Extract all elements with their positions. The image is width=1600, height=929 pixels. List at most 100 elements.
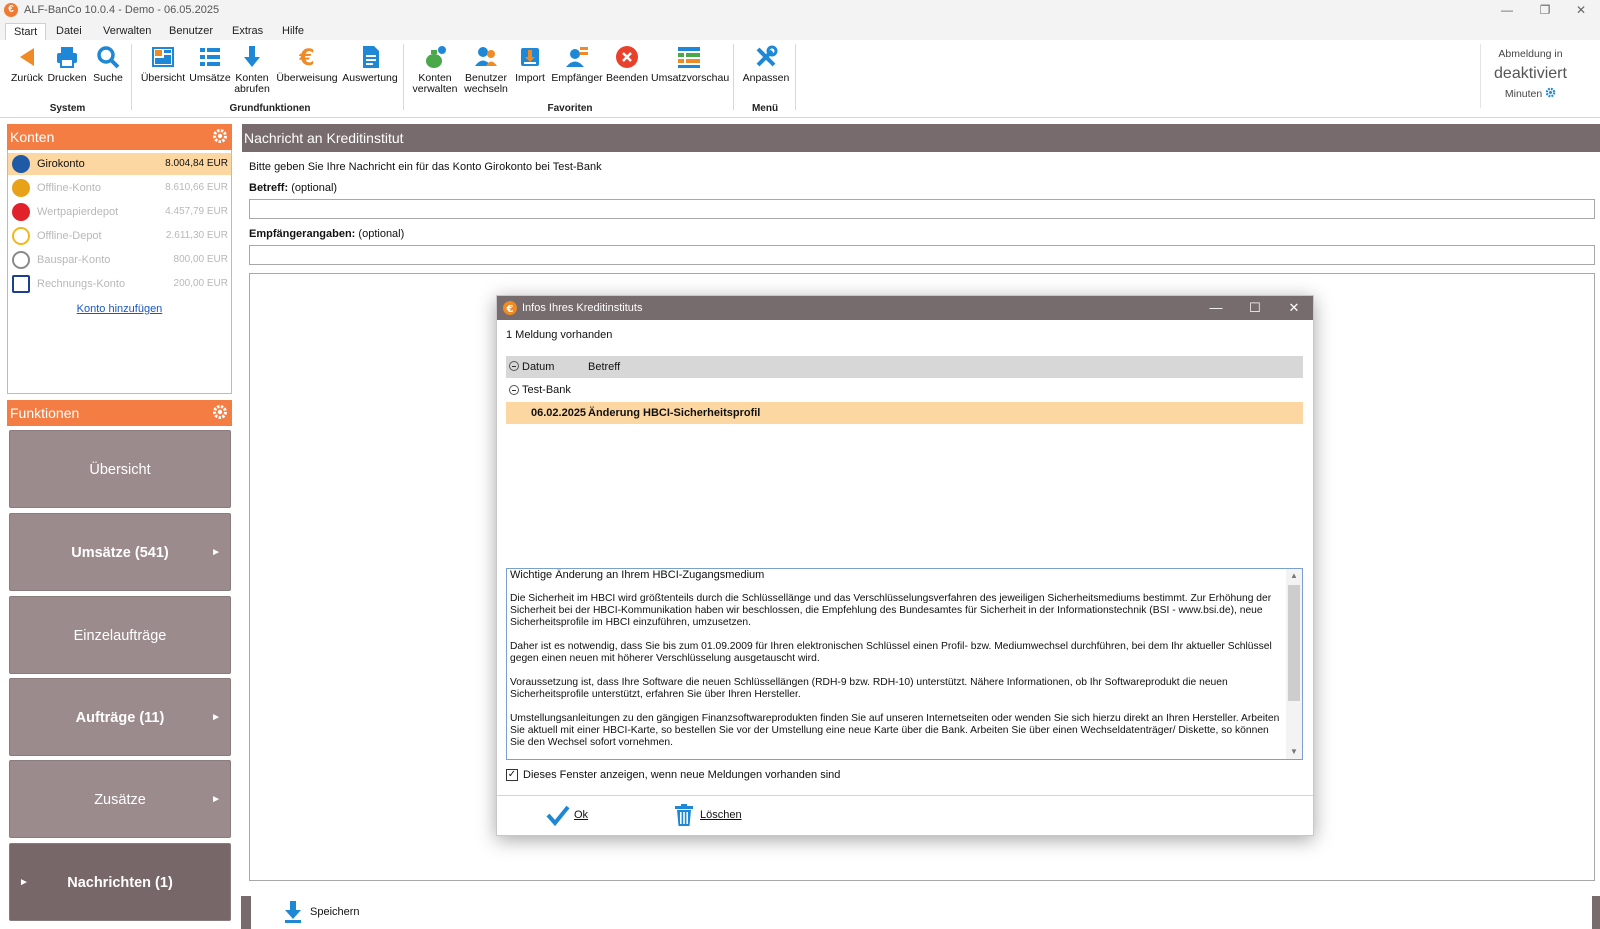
- dialog-minimize-button[interactable]: —: [1197, 296, 1235, 320]
- bottom-bar-edge: [241, 896, 251, 929]
- account-item-rechnungs-konto[interactable]: Rechnungs-Konto 200,00 EUR: [8, 273, 231, 295]
- account-balance: 8.610,66 EUR: [165, 182, 228, 193]
- transactions-label: Umsätze: [189, 72, 231, 84]
- fetch-accounts-button[interactable]: Konten abrufen: [233, 44, 271, 95]
- dialog-title-bar: € Infos Ihres Kreditinstituts — ☐ ✕: [497, 296, 1313, 320]
- tab-hilfe[interactable]: Hilfe: [274, 23, 312, 40]
- delete-button[interactable]: Löschen: [672, 802, 742, 828]
- recipient-info-label: Empfängerangaben: (optional): [249, 228, 404, 240]
- function-single-orders-button[interactable]: Einzelaufträge: [9, 596, 231, 674]
- column-subject[interactable]: Betreff: [588, 356, 620, 378]
- download-arrow-icon: [244, 46, 260, 67]
- tab-extras[interactable]: Extras: [224, 23, 271, 40]
- list-icon: [200, 48, 220, 66]
- manage-accounts-button[interactable]: Konten verwalten: [410, 44, 460, 95]
- transaction-preview-label: Umsatzvorschau: [651, 72, 730, 84]
- delete-label: Löschen: [700, 809, 742, 821]
- import-button[interactable]: Import: [513, 44, 547, 84]
- function-label: Einzelaufträge: [73, 628, 167, 644]
- transaction-preview-button[interactable]: Umsatzvorschau: [651, 44, 730, 84]
- message-paragraph: Daher ist es notwendig, dass Sie bis zum…: [510, 641, 1272, 664]
- tab-start[interactable]: Start: [5, 23, 47, 40]
- print-button[interactable]: Drucken: [47, 44, 87, 84]
- optional-hint: (optional): [358, 228, 405, 240]
- message-paragraph: Wichtige Änderung an Ihrem HBCI-Zugangsm…: [510, 569, 765, 581]
- switch-user-button[interactable]: Benutzer wechseln: [462, 44, 510, 95]
- ok-button[interactable]: Ok: [546, 802, 588, 828]
- minimize-button[interactable]: —: [1488, 0, 1526, 20]
- logout-unit: Minuten: [1504, 88, 1543, 100]
- account-name: Rechnungs-Konto: [37, 278, 126, 290]
- show-window-checkbox[interactable]: ✓: [506, 769, 518, 781]
- bank-logo-icon: [12, 179, 30, 197]
- transactions-button[interactable]: Umsätze: [189, 44, 231, 84]
- tab-datei[interactable]: Datei: [48, 23, 90, 40]
- transfer-button[interactable]: € Überweisung: [275, 44, 339, 84]
- tab-verwalten[interactable]: Verwalten: [95, 23, 159, 40]
- scroll-up-arrow-icon[interactable]: ▲: [1286, 569, 1302, 583]
- search-icon: [97, 46, 120, 69]
- printer-icon: [57, 47, 77, 68]
- recipient-info-input[interactable]: [249, 245, 1595, 265]
- message-scrollbar[interactable]: ▲ ▼: [1286, 569, 1302, 759]
- money-bag-icon: [426, 46, 446, 68]
- collapse-icon[interactable]: [509, 361, 519, 371]
- collapse-icon[interactable]: [509, 385, 519, 395]
- restore-button[interactable]: ❐: [1526, 0, 1564, 20]
- message-paragraph: Umstellungsanleitungen zu den gängigen F…: [510, 713, 1280, 748]
- accounts-settings-gear-icon[interactable]: [212, 128, 228, 144]
- ribbon: Zurück Drucken Suche System Übersicht Um…: [0, 40, 1600, 118]
- function-transactions-button[interactable]: Umsätze (541) ►: [9, 513, 231, 591]
- message-group-row[interactable]: Test-Bank: [506, 380, 1303, 400]
- function-overview-button[interactable]: Übersicht: [9, 430, 231, 508]
- manage-accounts-label-2: verwalten: [412, 83, 458, 95]
- functions-settings-gear-icon[interactable]: [212, 404, 228, 420]
- close-button[interactable]: ✕: [1562, 0, 1600, 20]
- search-label: Suche: [93, 72, 123, 84]
- message-row[interactable]: 06.02.2025 Änderung HBCI-Sicherheitsprof…: [506, 402, 1303, 424]
- settings-gear-icon[interactable]: [1545, 87, 1556, 98]
- function-label: Nachrichten (1): [67, 875, 173, 891]
- account-item-offline-konto[interactable]: Offline-Konto 8.610,66 EUR: [8, 177, 231, 199]
- back-button[interactable]: Zurück: [9, 44, 45, 84]
- overview-button[interactable]: Übersicht: [140, 44, 186, 84]
- account-name: Offline-Depot: [37, 230, 102, 242]
- import-label: Import: [515, 72, 545, 84]
- fetch-accounts-label-2: abrufen: [234, 83, 270, 95]
- account-item-girokonto[interactable]: Girokonto 8.004,84 EUR: [8, 153, 231, 175]
- search-button[interactable]: Suche: [91, 44, 125, 84]
- quit-button[interactable]: Beenden: [606, 44, 648, 84]
- function-orders-button[interactable]: Aufträge (11) ►: [9, 678, 231, 756]
- dialog-close-button[interactable]: ✕: [1275, 296, 1313, 320]
- add-account-link[interactable]: Konto hinzufügen: [8, 303, 231, 315]
- expand-arrow-icon: ►: [211, 712, 221, 723]
- scroll-down-arrow-icon[interactable]: ▼: [1286, 745, 1302, 759]
- scroll-thumb[interactable]: [1288, 585, 1300, 701]
- message-body[interactable]: Wichtige Änderung an Ihrem HBCI-Zugangsm…: [506, 568, 1303, 760]
- show-window-checkbox-row[interactable]: ✓ Dieses Fenster anzeigen, wenn neue Mel…: [506, 768, 840, 784]
- column-date[interactable]: Datum: [522, 356, 554, 378]
- account-item-wertpapierdepot[interactable]: Wertpapierdepot 4.457,79 EUR: [8, 201, 231, 223]
- dialog-maximize-button[interactable]: ☐: [1236, 296, 1274, 320]
- bank-info-dialog: € Infos Ihres Kreditinstituts — ☐ ✕ 1 Me…: [496, 295, 1314, 836]
- close-circle-icon: [616, 46, 638, 68]
- evaluation-button[interactable]: Auswertung: [341, 44, 399, 84]
- account-balance: 8.004,84 EUR: [165, 158, 228, 169]
- subject-input[interactable]: [249, 199, 1595, 219]
- account-item-bauspar-konto[interactable]: Bauspar-Konto 800,00 EUR: [8, 249, 231, 271]
- save-button[interactable]: Speichern: [283, 899, 360, 925]
- ribbon-separator: [131, 44, 132, 110]
- tab-benutzer[interactable]: Benutzer: [161, 23, 221, 40]
- subject-label: Betreff: (optional): [249, 182, 337, 194]
- ribbon-separator: [795, 44, 796, 110]
- recipient-info-label-text: Empfängerangaben:: [249, 228, 356, 240]
- account-balance: 800,00 EUR: [173, 254, 228, 265]
- save-label: Speichern: [310, 906, 360, 918]
- message-count: 1 Meldung vorhanden: [506, 329, 613, 341]
- customize-button[interactable]: Anpassen: [741, 44, 791, 84]
- menu-bar: Start Datei Verwalten Benutzer Extras Hi…: [0, 20, 1600, 40]
- recipients-button[interactable]: Empfänger: [551, 44, 603, 84]
- account-item-offline-depot[interactable]: Offline-Depot 2.611,30 EUR: [8, 225, 231, 247]
- function-extras-button[interactable]: Zusätze ►: [9, 760, 231, 838]
- function-messages-button[interactable]: ► Nachrichten (1): [9, 843, 231, 921]
